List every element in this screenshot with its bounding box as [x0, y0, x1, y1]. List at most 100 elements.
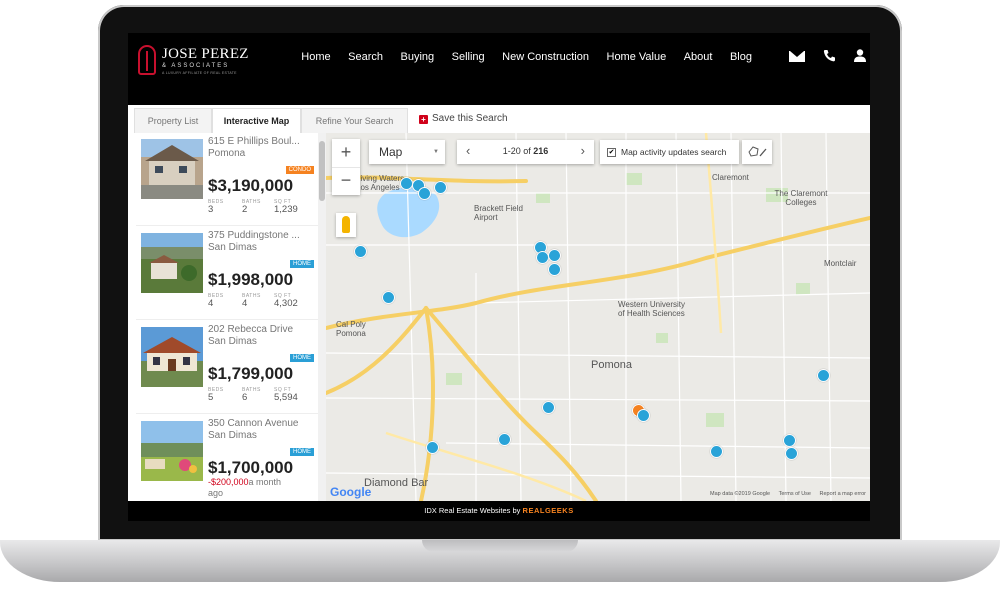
label-claremont: Claremont — [712, 173, 749, 182]
nav-search[interactable]: Search — [348, 51, 383, 69]
price-reduction: -$200,000a month — [208, 477, 281, 487]
pager-range: 1-20 of 216 — [457, 146, 594, 156]
pager-total: 216 — [533, 146, 549, 156]
map-credits: Map data ©2019 Google Terms of Use Repor… — [703, 491, 866, 497]
label-montclair: Montclair — [824, 259, 857, 268]
reduction-amount: -$200,000 — [208, 477, 249, 487]
map-listing-pin[interactable] — [548, 249, 561, 262]
footer-text: IDX Real Estate Websites by REALGEEKS — [128, 506, 870, 515]
scrollbar-thumb[interactable] — [319, 141, 325, 201]
next-page-button[interactable]: › — [581, 143, 585, 158]
listing-photo[interactable] — [141, 233, 203, 293]
listing-card[interactable]: 350 Cannon Avenue San Dimas HOME $1,700,… — [136, 415, 318, 501]
results-pager: ‹ 1-20 of 216 › — [457, 140, 594, 164]
listing-price: $1,998,000 — [208, 270, 294, 289]
nav-blog[interactable]: Blog — [730, 51, 752, 69]
street-view-pegman-icon[interactable] — [336, 213, 356, 237]
label-cal-poly-pomona: Cal Poly Pomona — [336, 320, 366, 338]
label-diamond-bar: Diamond Bar — [364, 477, 429, 489]
main-nav: Home Search Buying Selling New Construct… — [284, 51, 752, 69]
reduction-ago: ago — [208, 488, 224, 498]
label-brackett-field: Brackett Field Airport — [474, 204, 523, 222]
interactive-map[interactable]: Pomona Diamond Bar Claremont The Claremo… — [326, 133, 870, 501]
checkbox-checked-icon[interactable]: ✔ — [607, 148, 616, 157]
terms-link[interactable]: Terms of Use — [779, 491, 811, 497]
map-listing-pin[interactable] — [783, 434, 796, 447]
report-error-link[interactable]: Report a map error — [820, 491, 866, 497]
map-type-label: Map — [379, 145, 403, 159]
listing-scrollbar[interactable] — [318, 133, 326, 501]
listing-type-badge: CONDO — [285, 166, 314, 174]
phone-icon[interactable] — [823, 49, 836, 62]
stat-sqft: SQ FT 5,594 — [274, 387, 298, 403]
stat-beds: BEDS 5 — [208, 387, 224, 403]
map-listing-pin[interactable] — [548, 263, 561, 276]
nav-about[interactable]: About — [684, 51, 713, 69]
logo-name: JOSE PEREZ — [162, 46, 249, 62]
nav-home-value[interactable]: Home Value — [607, 51, 667, 69]
map-listing-pin[interactable] — [400, 177, 413, 190]
map-listing-pin[interactable] — [817, 369, 830, 382]
listing-type-badge: HOME — [290, 448, 314, 456]
logo[interactable]: JOSE PEREZ & ASSOCIATES A LUXURY AFFILIA… — [138, 45, 278, 79]
save-search-label: Save this Search — [432, 113, 508, 124]
polygon-draw-icon — [748, 146, 767, 157]
map-listing-pin[interactable] — [536, 251, 549, 264]
logo-tagline: A LUXURY AFFILIATE OF REAL ESTATE — [162, 71, 237, 75]
laptop-notch — [422, 540, 578, 552]
sqft-value: 4,302 — [274, 298, 298, 309]
nav-buying[interactable]: Buying — [401, 51, 435, 69]
map-listing-pin[interactable] — [418, 187, 431, 200]
nav-new-construction[interactable]: New Construction — [502, 51, 589, 69]
user-icon[interactable] — [854, 49, 866, 62]
map-listing-pin[interactable] — [498, 433, 511, 446]
nav-home[interactable]: Home — [301, 51, 330, 69]
listing-address: 375 Puddingstone ... — [208, 230, 300, 241]
caret-down-icon: ▼ — [433, 149, 439, 155]
plus-icon: + — [419, 115, 428, 124]
footer-label: IDX Real Estate Websites by — [424, 506, 521, 515]
stat-baths: BATHS 2 — [242, 199, 261, 215]
listing-price: $1,700,000 — [208, 458, 294, 477]
realgeeks-logo[interactable]: REALGEEKS — [523, 506, 574, 515]
listing-card[interactable]: 615 E Phillips Boul... Pomona CONDO $3,1… — [136, 133, 318, 226]
tabs-bar: Property List Interactive Map Refine You… — [128, 105, 870, 133]
map-listing-pin[interactable] — [710, 445, 723, 458]
listing-address: 202 Rebecca Drive — [208, 324, 294, 335]
map-listing-pin[interactable] — [354, 245, 367, 258]
zoom-out-button[interactable]: − — [332, 167, 360, 195]
map-type-select[interactable]: Map ▼ — [369, 140, 445, 164]
map-listing-pin[interactable] — [434, 181, 447, 194]
nav-selling[interactable]: Selling — [452, 51, 485, 69]
map-listing-pin[interactable] — [426, 441, 439, 454]
map-activity-toggle[interactable]: ✔ Map activity updates search — [600, 140, 739, 164]
listing-type-badge: HOME — [290, 354, 314, 362]
mail-icon[interactable] — [789, 50, 805, 62]
listing-photo[interactable] — [141, 327, 203, 387]
map-listing-pin[interactable] — [542, 401, 555, 414]
stat-sqft: SQ FT 1,239 — [274, 199, 298, 215]
map-listing-pin[interactable] — [637, 409, 650, 422]
tab-refine-search[interactable]: Refine Your Search — [301, 108, 408, 133]
label-western-university: Western University of Health Sciences — [618, 300, 685, 318]
tab-interactive-map[interactable]: Interactive Map — [212, 108, 301, 133]
listing-photo[interactable] — [141, 421, 203, 481]
listing-card[interactable]: 375 Puddingstone ... San Dimas HOME $1,9… — [136, 227, 318, 320]
stat-baths: BATHS 6 — [242, 387, 261, 403]
beds-value: 3 — [208, 204, 214, 215]
zoom-in-button[interactable]: + — [332, 139, 360, 168]
beds-value: 5 — [208, 392, 214, 403]
tab-property-list[interactable]: Property List — [134, 108, 212, 133]
map-listing-pin[interactable] — [785, 447, 798, 460]
listing-card[interactable]: 202 Rebecca Drive San Dimas HOME $1,799,… — [136, 321, 318, 414]
listing-photo[interactable] — [141, 139, 203, 199]
draw-polygon-button[interactable] — [742, 140, 772, 164]
save-search-button[interactable]: + Save this Search — [419, 113, 508, 124]
baths-value: 4 — [242, 298, 248, 309]
map-listing-pin[interactable] — [382, 291, 395, 304]
site-footer: IDX Real Estate Websites by REALGEEKS — [128, 501, 870, 521]
zoom-control: + − — [332, 139, 360, 195]
listing-address: 350 Cannon Avenue — [208, 418, 299, 429]
site-header: JOSE PEREZ & ASSOCIATES A LUXURY AFFILIA… — [128, 33, 870, 105]
label-pomona: Pomona — [591, 359, 632, 371]
